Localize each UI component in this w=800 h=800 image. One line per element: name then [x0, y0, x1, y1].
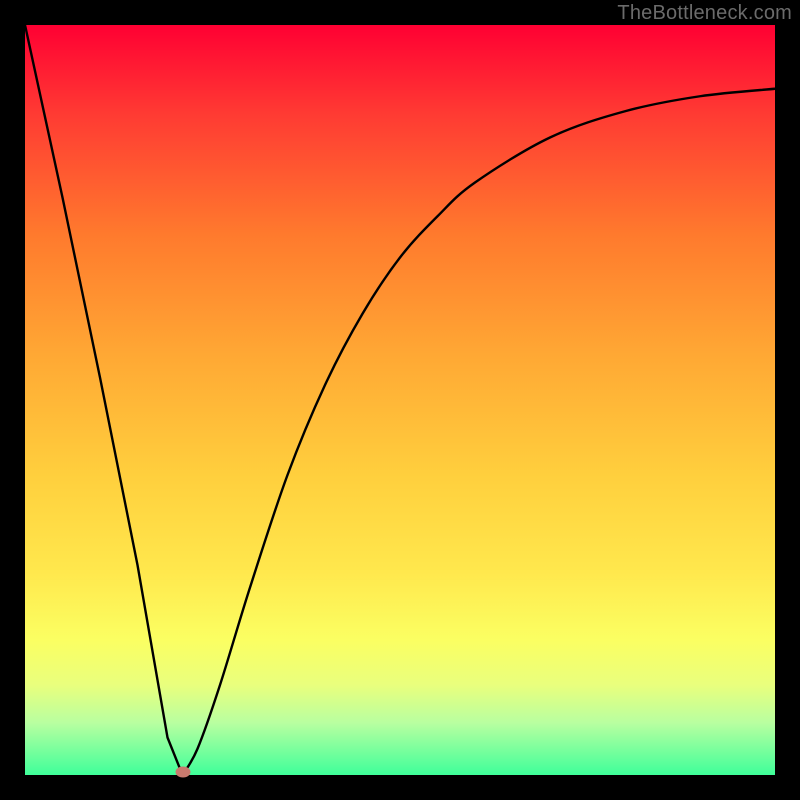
chart-frame: TheBottleneck.com [0, 0, 800, 800]
watermark-text: TheBottleneck.com [617, 2, 792, 25]
bottleneck-curve [25, 25, 775, 775]
plot-area [25, 25, 775, 775]
optimum-marker-icon [175, 767, 190, 778]
